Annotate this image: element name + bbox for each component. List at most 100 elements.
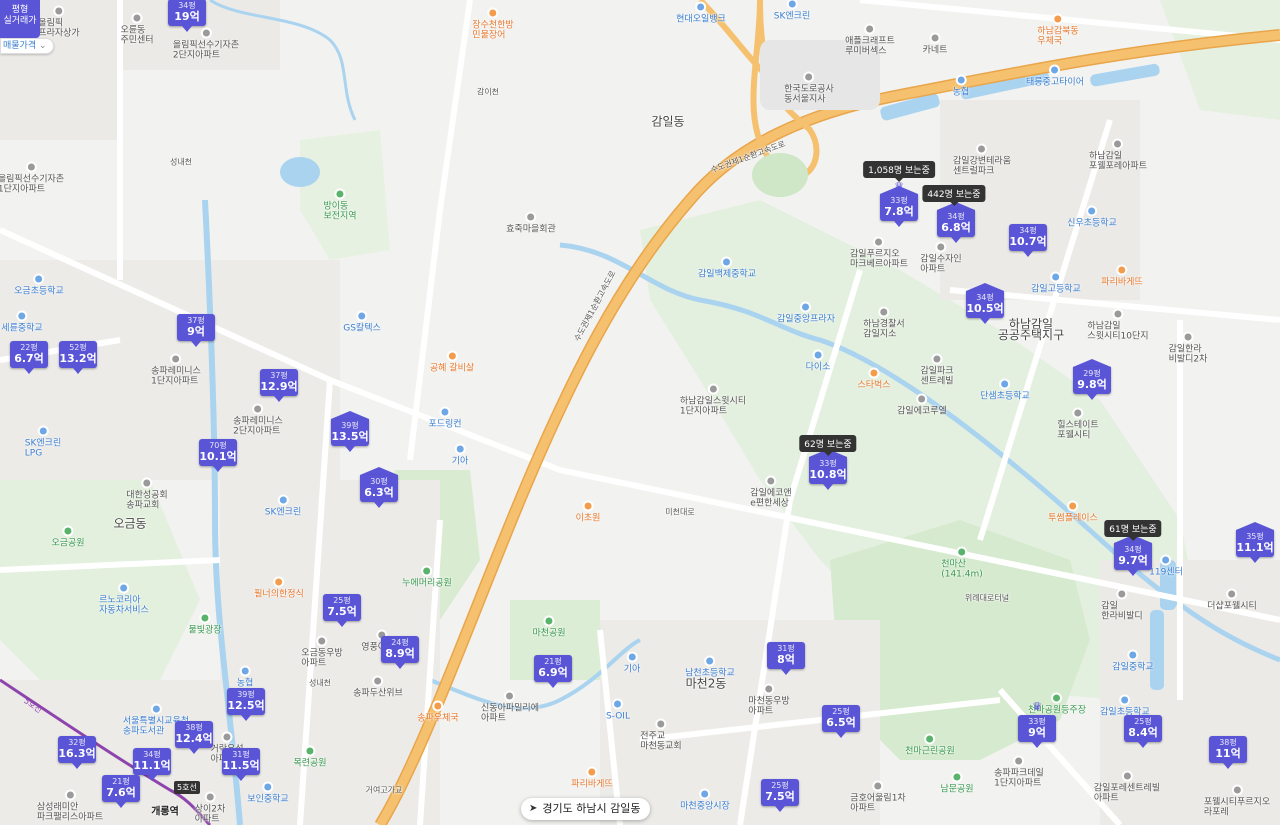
poi-marker[interactable]: 남문공원 (940, 771, 974, 795)
poi-marker[interactable]: 마천중앙시장 (680, 788, 730, 812)
poi-marker[interactable]: 스타벅스 (857, 367, 891, 391)
poi-marker[interactable]: 현대오일뱅크 (676, 1, 726, 25)
listing-price-marker[interactable]: 22평 6.7억 (10, 341, 48, 374)
poi-marker[interactable]: 농협 (953, 74, 969, 98)
poi-marker[interactable]: 감일포레센트레빌 아파트 (1094, 770, 1160, 804)
poi-marker[interactable]: 오륜동 주민센터 (120, 12, 154, 46)
poi-marker[interactable]: 송파레미니스 2단지아파트 (233, 403, 283, 437)
listing-price-marker[interactable]: 34평 6.8억 (937, 202, 975, 243)
poi-marker[interactable]: 오금초등학교 (14, 273, 64, 297)
poi-marker[interactable]: 누에머리공원 (402, 565, 452, 589)
listing-price-marker[interactable]: 24평 8.9억 (381, 636, 419, 669)
poi-marker[interactable]: 감일강변테라움 센트럴파크 (953, 143, 1011, 177)
listing-price-marker[interactable]: 30평 6.3억 (360, 467, 398, 508)
listing-price-marker[interactable]: 33평 9억 (1018, 715, 1056, 748)
poi-marker[interactable]: 올림픽선수기자촌 1단지아파트 (0, 161, 64, 195)
poi-marker[interactable]: 감일파크 센트레빌 (920, 353, 954, 387)
poi-marker[interactable]: 장수천한방 민물장어 (472, 7, 514, 41)
poi-marker[interactable]: 파리바게뜨 (1101, 264, 1143, 288)
poi-marker[interactable]: 감일고등학교 (1031, 271, 1081, 295)
poi-marker[interactable]: 감일에코루엘 (897, 393, 947, 417)
poi-marker[interactable]: 오금동우방 아파트 (301, 635, 343, 669)
listing-price-marker[interactable]: 39평 13.5억 (331, 411, 369, 452)
poi-marker[interactable]: 대한성공회 송파교회 (126, 477, 168, 511)
poi-marker[interactable]: 감일중학교 (1112, 649, 1154, 673)
poi-marker[interactable]: 마천동우방 아파트 (748, 683, 790, 717)
poi-marker[interactable]: 감일백제중학교 (698, 256, 756, 280)
poi-marker[interactable]: 송파우체국 (417, 700, 459, 724)
poi-marker[interactable]: 기아 (452, 443, 468, 467)
poi-marker[interactable]: 119센터 (1149, 554, 1183, 578)
poi-marker[interactable]: 감일에코앤 e편한세상 (750, 475, 792, 509)
listing-price-marker[interactable]: 39평 12.5억 (227, 688, 265, 721)
poi-marker[interactable]: 투썸플레이스 (1048, 500, 1098, 524)
map-canvas[interactable]: 감일동 오금동 마천2동 하남감일 공공주택지구 감이천 성내천 미천대로 위례대로터널 성내천… (0, 0, 1280, 825)
poi-marker[interactable]: 올림픽선수기자촌 2단지아파트 (173, 27, 239, 61)
poi-marker[interactable]: 다이소 (806, 349, 830, 373)
listing-price-marker[interactable]: 38평 11억 (1209, 736, 1247, 769)
listing-price-marker[interactable]: 21평 7.6억 (102, 775, 140, 808)
poi-marker[interactable]: 한국도로공사 동서울지사 (784, 71, 834, 105)
listing-price-marker[interactable]: 25평 7.5억 (323, 594, 361, 627)
poi-marker[interactable]: 단샘초등학교 (980, 378, 1030, 402)
poi-marker[interactable]: 방이동 보전지역 (323, 188, 357, 222)
poi-marker[interactable]: 천마산 (141.4m) (941, 546, 983, 580)
listing-price-marker[interactable]: 37평 12.9억 (260, 369, 298, 402)
poi-marker[interactable]: GS칼텍스 (343, 310, 381, 334)
poi-marker[interactable]: 마천공원 (532, 615, 566, 639)
poi-marker[interactable]: 감일중앙프라자 (777, 301, 835, 325)
listing-price-marker[interactable]: 34평 10.5억 (966, 283, 1004, 324)
poi-marker[interactable]: SK엔크린 (265, 494, 301, 518)
poi-marker[interactable]: 감일 한라비발디 (1101, 588, 1143, 622)
poi-marker[interactable]: 포웰시티푸르지오 라포레 (1204, 784, 1270, 818)
poi-marker[interactable]: 하남감북동 우체국 (1037, 13, 1079, 47)
poi-marker[interactable]: 이초원 (576, 500, 600, 524)
poi-marker[interactable]: 파리바게뜨 (571, 766, 613, 790)
poi-marker[interactable]: 하남감일 스윗시티10단지 (1087, 308, 1149, 342)
listing-price-marker[interactable]: 21평 6.9억 (534, 655, 572, 688)
listing-price-marker[interactable]: 25평 6.5억 (822, 705, 860, 738)
poi-marker[interactable]: 송파레미니스 1단지아파트 (151, 353, 201, 387)
listing-price-marker[interactable]: 29평 9.8억 (1073, 359, 1111, 400)
poi-marker[interactable]: 천마근린공원 (905, 733, 955, 757)
poi-marker[interactable]: 감일수자인 아파트 (920, 241, 962, 275)
current-location-bar[interactable]: ➤ 경기도 하남시 감일동 (521, 798, 651, 820)
poi-marker[interactable]: SK엔크린 (774, 0, 810, 22)
price-filter-dropdown[interactable]: 매물가격 ⌄ (0, 38, 54, 54)
listing-price-marker[interactable]: 31평 8억 (767, 642, 805, 675)
poi-marker[interactable]: 상이2차 아파트 (195, 791, 225, 825)
listing-price-marker[interactable]: 37평 9억 (177, 314, 215, 347)
poi-marker[interactable]: 르노코리아 자동차서비스 (99, 582, 149, 616)
poi-marker[interactable]: 효죽마을회관 (506, 211, 556, 235)
poi-marker[interactable]: 신우초등학교 (1067, 205, 1117, 229)
poi-marker[interactable]: 공혜 갈비살 (430, 350, 474, 374)
poi-marker[interactable]: 하남경찰서 감일지소 (863, 306, 905, 340)
listing-price-marker[interactable]: 35평 11.1억 (1236, 522, 1274, 563)
poi-marker[interactable]: S-OIL (606, 698, 630, 722)
poi-marker[interactable]: 힐스테이트 포웰시티 (1057, 407, 1099, 441)
poi-marker[interactable]: 남천초등학교 (685, 655, 735, 679)
poi-marker[interactable]: 애플크래프트 루미버섹스 (845, 23, 895, 57)
poi-marker[interactable]: 송파두산위브 (353, 675, 403, 699)
poi-marker[interactable]: 세륜중학교 (1, 310, 43, 334)
listing-price-marker[interactable]: 34평 19억 (168, 0, 206, 32)
poi-marker[interactable]: SK엔크린 LPG (25, 425, 61, 459)
poi-marker[interactable]: 삼성래미안 파크팰리스아파트 (37, 789, 103, 823)
listing-price-marker[interactable]: 38평 12.4억 (175, 721, 213, 754)
listing-price-marker[interactable]: 32평 16.3억 (58, 736, 96, 769)
poi-marker[interactable]: 태릉중고타이어 (1026, 64, 1084, 88)
listing-price-marker[interactable]: 70평 10.1억 (199, 439, 237, 472)
poi-marker[interactable]: 송파파크데일 1단지아파트 (994, 755, 1044, 789)
price-mode-toggle[interactable]: 평형 실거래가 (0, 0, 40, 38)
poi-marker[interactable]: 오금공원 (51, 525, 85, 549)
poi-marker[interactable]: 포드링컨 (428, 406, 462, 430)
poi-marker[interactable]: 하남감일스윗시티 1단지아파트 (680, 383, 746, 417)
listing-price-marker[interactable]: 31평 11.5억 (222, 748, 260, 781)
poi-marker[interactable]: 보인중학교 (247, 781, 289, 805)
poi-marker[interactable]: 전주교 마천동교회 (640, 718, 682, 752)
listing-price-marker[interactable]: 34평 10.7억 (1009, 224, 1047, 257)
poi-marker[interactable]: 더샵포웰시티 (1207, 588, 1257, 612)
poi-marker[interactable]: 물빛광장 (188, 612, 222, 636)
poi-marker[interactable]: 금호어울림1차 아파트 (850, 780, 906, 814)
listing-price-marker[interactable]: 52평 13.2억 (59, 341, 97, 374)
